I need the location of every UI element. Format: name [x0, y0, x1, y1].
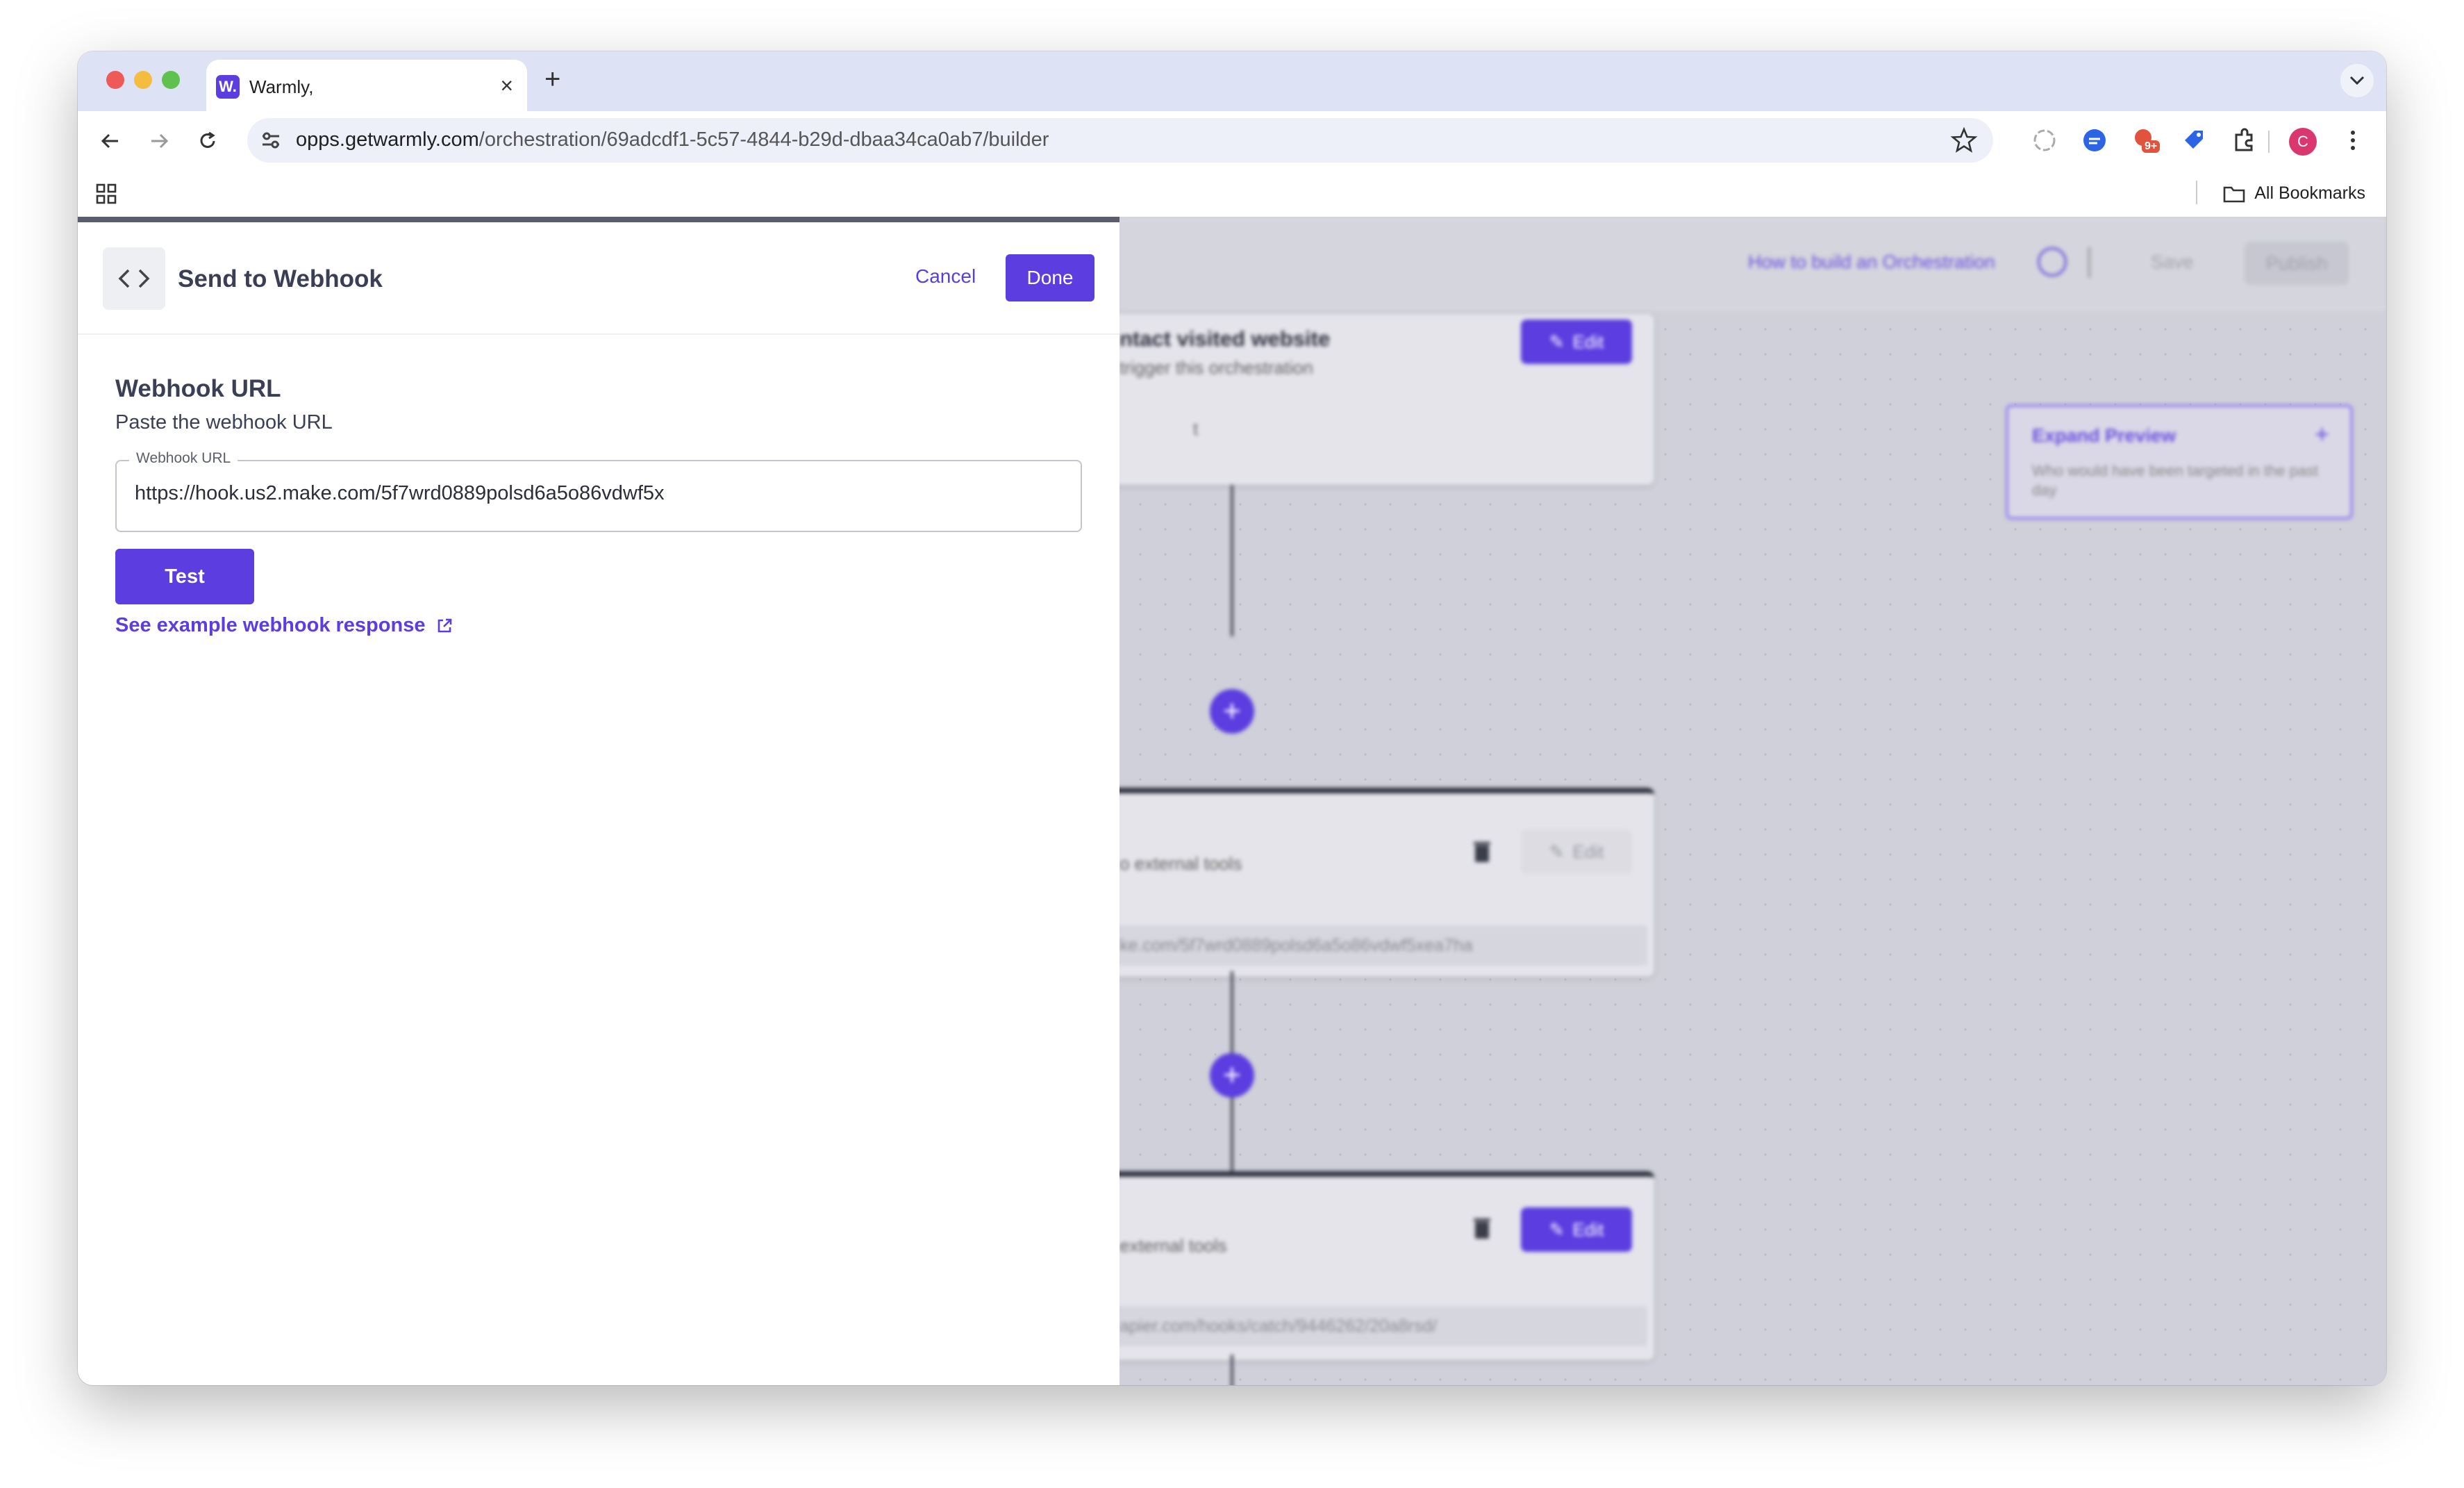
- webhook-url-subtitle: Paste the webhook URL: [115, 411, 333, 433]
- page-content: How to build an Orchestration Save Publi…: [78, 217, 2386, 1385]
- trigger-node-detail: t: [1193, 418, 1199, 439]
- pencil-icon: ✎: [1549, 841, 1565, 862]
- folder-icon: [2223, 186, 2245, 202]
- all-bookmarks-button[interactable]: All Bookmarks: [2222, 183, 2365, 204]
- webhook-url-field[interactable]: Webhook URL: [115, 450, 1082, 532]
- back-icon[interactable]: [93, 124, 128, 158]
- tab-strip: W. Warmly, × +: [78, 51, 2386, 111]
- node3-text: external tools: [1119, 1235, 1227, 1256]
- site-settings-icon[interactable]: [258, 128, 283, 153]
- tab-search-icon[interactable]: [2340, 64, 2374, 97]
- builder-divider: [2088, 247, 2090, 278]
- preview-text: Who would have been targeted in the past…: [2032, 462, 2319, 499]
- connector-line: [1231, 1355, 1233, 1385]
- address-bar[interactable]: opps.getwarmly.com/orchestration/69adcdf…: [247, 118, 1993, 163]
- cancel-button[interactable]: Cancel: [915, 265, 976, 288]
- save-button[interactable]: Save: [2151, 251, 2194, 273]
- profile-avatar[interactable]: C: [2289, 128, 2317, 156]
- url-path: /orchestration/69adcdf1-5c57-4844-b29d-d…: [478, 129, 1049, 151]
- code-icon: [103, 247, 165, 310]
- forward-icon[interactable]: [142, 124, 176, 158]
- node2-url: ke.com/5f7wrd0889polsd6a5o86vdwf5xea7ha: [1113, 925, 1647, 966]
- trash-icon[interactable]: [1472, 1216, 1492, 1241]
- webhook-node-1[interactable]: o external tools ✎ Edit ke.com/5f7wrd0889…: [1036, 788, 1654, 977]
- node3-edit-button[interactable]: ✎ Edit: [1521, 1207, 1632, 1252]
- webhook-url-label: Webhook URL: [129, 450, 238, 467]
- close-window-button[interactable]: [106, 71, 124, 89]
- bookmarks-divider: [2196, 181, 2197, 204]
- example-link-text: See example webhook response: [115, 614, 426, 636]
- add-step-icon[interactable]: +: [1210, 1053, 1254, 1098]
- webhook-url-input[interactable]: [135, 482, 1058, 505]
- url-text: opps.getwarmly.com/orchestration/69adcdf…: [296, 129, 1049, 151]
- star-icon[interactable]: [1950, 126, 1978, 154]
- connector-line: [1231, 485, 1233, 636]
- extension-tag-icon[interactable]: [2179, 125, 2210, 156]
- tab-title: Warmly,: [249, 76, 314, 97]
- node3-url: apier.com/hooks/catch/9446262/20a8rsd/: [1113, 1306, 1647, 1346]
- edit-label: Edit: [1572, 331, 1604, 352]
- notification-badge: 9+: [2142, 140, 2161, 153]
- expand-preview-card[interactable]: Expand Preview + Who would have been tar…: [2006, 404, 2353, 520]
- webhook-drawer: Send to Webhook Cancel Done Webhook URL …: [78, 217, 1119, 1385]
- test-button[interactable]: Test: [115, 549, 254, 604]
- extensions-icon[interactable]: [2229, 125, 2260, 156]
- pencil-icon: ✎: [1549, 331, 1565, 352]
- example-response-link[interactable]: See example webhook response: [115, 614, 453, 637]
- webhook-node-2[interactable]: external tools ✎ Edit apier.com/hooks/cat…: [1036, 1171, 1654, 1360]
- reload-icon[interactable]: [190, 124, 225, 158]
- external-link-icon: [438, 618, 452, 632]
- edit-label: Edit: [1572, 1218, 1604, 1240]
- extension-notification-icon[interactable]: 9+: [2129, 125, 2161, 156]
- bookmarks-bar: All Bookmarks: [78, 171, 2386, 217]
- drawer-header: Send to Webhook Cancel Done: [78, 222, 1119, 335]
- browser-toolbar: opps.getwarmly.com/orchestration/69adcdf…: [78, 111, 2386, 171]
- done-button[interactable]: Done: [1006, 254, 1094, 301]
- toolbar-divider: [2268, 131, 2270, 153]
- browser-tab[interactable]: W. Warmly, ×: [206, 60, 527, 111]
- trigger-node-title: ntact visited website: [1119, 326, 1331, 351]
- node2-text: o external tools: [1119, 853, 1242, 874]
- trash-icon[interactable]: [1472, 839, 1492, 864]
- drawer-title: Send to Webhook: [178, 265, 383, 292]
- pencil-icon: ✎: [1549, 1218, 1565, 1240]
- edit-label: Edit: [1572, 841, 1604, 862]
- warmly-favicon-icon: W.: [216, 75, 240, 99]
- browser-window: W. Warmly, × + opps.getwarmly.com/orches: [78, 51, 2386, 1385]
- preview-title: Expand Preview: [2032, 425, 2176, 446]
- minimize-window-button[interactable]: [134, 71, 152, 89]
- how-to-link[interactable]: How to build an Orchestration: [1748, 251, 1995, 273]
- url-host: opps.getwarmly.com: [296, 129, 479, 151]
- trigger-node-subtitle: trigger this orchestration: [1119, 357, 1313, 378]
- apps-icon[interactable]: [94, 182, 118, 206]
- all-bookmarks-label: All Bookmarks: [2254, 183, 2365, 203]
- extension-chat-icon[interactable]: [2079, 125, 2110, 156]
- menu-icon[interactable]: [2338, 125, 2368, 156]
- trigger-node[interactable]: ntact visited website trigger this orche…: [1036, 314, 1654, 485]
- close-tab-icon[interactable]: ×: [500, 72, 513, 99]
- trigger-edit-button[interactable]: ✎ Edit: [1521, 320, 1632, 364]
- node2-edit-button[interactable]: ✎ Edit: [1521, 829, 1632, 874]
- expand-plus-icon[interactable]: +: [2315, 420, 2329, 449]
- publish-button[interactable]: Publish: [2245, 242, 2349, 285]
- new-tab-icon[interactable]: +: [544, 64, 560, 94]
- add-step-icon[interactable]: +: [1210, 689, 1254, 734]
- webhook-url-heading: Webhook URL: [115, 375, 281, 402]
- extension-loader-icon[interactable]: [2029, 125, 2060, 156]
- maximize-window-button[interactable]: [162, 71, 180, 89]
- help-icon[interactable]: [2038, 247, 2067, 276]
